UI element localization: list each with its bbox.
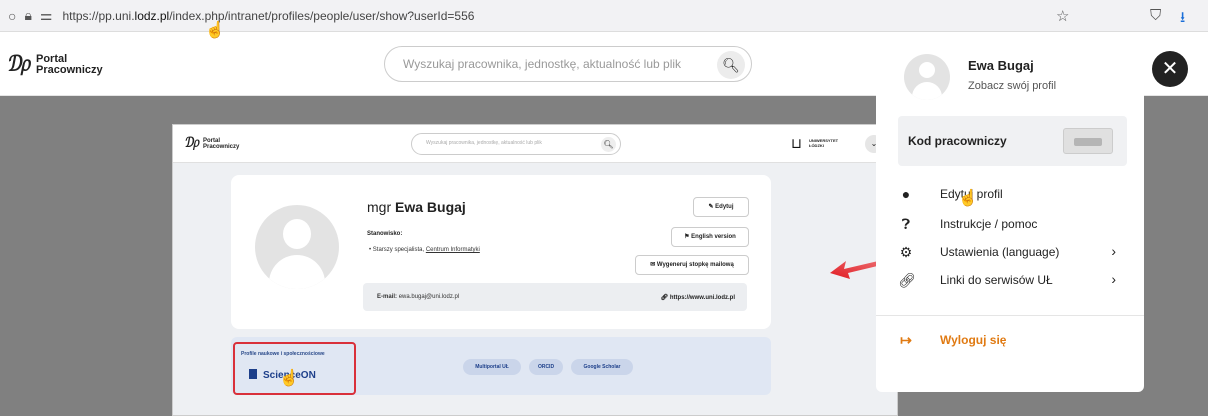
link-icon: 🔗︎ [898, 272, 916, 288]
user-icon: ● [901, 186, 911, 202]
profile-card: mgr Ewa Bugaj Stanowisko: • Starszy spec… [231, 175, 771, 329]
logout-icon: ↦ [900, 332, 912, 348]
orcid-pill: ORCID [529, 359, 563, 375]
menu-item-links[interactable]: 🔗︎ Linki do serwisów UŁ › [898, 270, 1128, 292]
edit-button: ✎ Edytuj [693, 197, 749, 217]
divider [876, 315, 1144, 316]
search-input[interactable]: Wyszukaj pracownika, jednostkę, aktualno… [384, 46, 752, 82]
preview-header: ₯ Portal Pracowniczy Wyszukaj pracownika… [173, 125, 899, 163]
generate-signature-button: ✉ Wygeneruj stopkę mailową [635, 255, 749, 275]
lock-icon: 🔒︎ [24, 7, 32, 23]
contact-row: E-mail: ewa.bugaj@uni.lodz.pl 🔗︎ https:/… [363, 283, 747, 311]
multiportal-pill: Multiportal UŁ [463, 359, 521, 375]
view-profile-link[interactable]: Zobacz swój profil [968, 80, 1056, 92]
browser-address-bar: ○ 🔒︎ ⚌ https://pp.uni.lodz.pl/index.php/… [0, 0, 1208, 32]
user-menu-panel: Ewa Bugaj Zobacz swój profil Kod pracown… [876, 42, 1144, 392]
page-icon: ○ [8, 7, 17, 24]
gear-icon: ⚙ [899, 244, 913, 260]
chevron-right-icon: › [1111, 271, 1116, 287]
logout-button[interactable]: ↦ Wyloguj się [898, 330, 1128, 352]
employee-code-label: Kod pracowniczy [908, 134, 1007, 148]
pocket-icon[interactable]: ⛉ [1150, 7, 1161, 24]
university-logo-icon: ⊔ [791, 135, 802, 151]
preview-logo-icon: ₯ [185, 135, 200, 151]
menu-item-help[interactable]: ❓︎ Instrukcje / pomoc [898, 214, 1128, 236]
university-logo-text: UNIWERSYTET ŁÓDZKI [809, 138, 839, 148]
email: E-mail: ewa.bugaj@uni.lodz.pl [377, 294, 460, 300]
menu-item-settings[interactable]: ⚙ Ustawienia (language) › [898, 242, 1128, 264]
menu-item-label: Linki do serwisów UŁ [940, 273, 1053, 287]
position-label: Stanowisko: [367, 231, 403, 237]
url-field[interactable]: https://pp.uni.lodz.pl/index.php/intrane… [62, 9, 474, 23]
avatar [255, 205, 339, 289]
google-scholar-pill: Google Scholar [571, 359, 633, 375]
hand-cursor-icon: ☝ [958, 190, 978, 207]
preview-search-placeholder: Wyszukaj pracownika, jednostkę, aktualno… [426, 140, 542, 146]
search-icon[interactable]: 🔍︎ [717, 51, 745, 79]
profile-name: mgr Ewa Bugaj [367, 199, 466, 215]
menu-item-label: Ustawienia (language) [940, 245, 1060, 259]
help-icon: ❓︎ [901, 216, 911, 232]
position-value: • Starszy specjalista, Centrum Informaty… [369, 247, 480, 253]
menu-item-edit-profile[interactable]: ● Edytuj profil [898, 184, 1128, 206]
permissions-icon[interactable]: ⚌ [40, 7, 53, 24]
close-icon[interactable]: ✕ [1152, 51, 1188, 87]
preview-search: Wyszukaj pracownika, jednostkę, aktualno… [411, 133, 621, 155]
panel-avatar[interactable] [904, 54, 950, 100]
employee-code-box: Kod pracowniczy [898, 116, 1127, 166]
bookmark-star-icon[interactable]: ☆ [1056, 7, 1069, 25]
search-placeholder: Wyszukaj pracownika, jednostkę, aktualno… [403, 57, 682, 71]
portal-logo-text[interactable]: Portal Pracowniczy [36, 54, 103, 76]
preview-search-icon: 🔍︎ [601, 137, 616, 152]
logout-label: Wyloguj się [940, 333, 1007, 347]
preview-logo-text: Portal Pracowniczy [203, 138, 240, 150]
employee-code-value-redacted [1063, 128, 1113, 154]
website-link: 🔗︎ https://www.uni.lodz.pl [660, 295, 735, 301]
panel-user-name[interactable]: Ewa Bugaj [968, 58, 1034, 73]
chevron-right-icon: › [1111, 243, 1116, 259]
download-icon[interactable]: ⭳ [1180, 7, 1185, 32]
hand-cursor-icon: ☝ [279, 370, 299, 387]
english-version-button: ⚑ English version [671, 227, 749, 247]
hand-cursor-icon: ☝ [205, 22, 225, 39]
portal-logo-icon[interactable]: ₯ [8, 52, 31, 77]
menu-item-label: Instrukcje / pomoc [940, 217, 1038, 231]
